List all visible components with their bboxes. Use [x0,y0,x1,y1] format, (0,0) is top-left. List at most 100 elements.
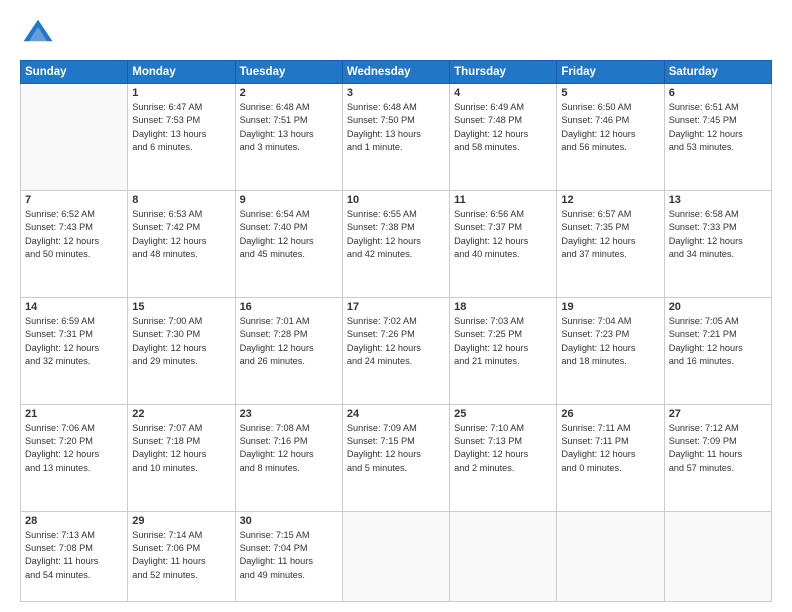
day-number: 24 [347,408,445,420]
day-info: Sunrise: 7:13 AMSunset: 7:08 PMDaylight:… [25,529,123,582]
day-info: Sunrise: 7:01 AMSunset: 7:28 PMDaylight:… [240,315,338,368]
day-info: Sunrise: 7:05 AMSunset: 7:21 PMDaylight:… [669,315,767,368]
day-number: 30 [240,515,338,527]
day-info: Sunrise: 7:00 AMSunset: 7:30 PMDaylight:… [132,315,230,368]
day-info: Sunrise: 6:50 AMSunset: 7:46 PMDaylight:… [561,101,659,154]
day-number: 12 [561,194,659,206]
calendar-cell: 21 Sunrise: 7:06 AMSunset: 7:20 PMDayligh… [21,404,128,511]
calendar-cell: 30Sunrise: 7:15 AMSunset: 7:04 PMDayligh… [235,511,342,601]
day-number: 29 [132,515,230,527]
day-info: Sunrise: 7:03 AMSunset: 7:25 PMDaylight:… [454,315,552,368]
day-number: 28 [25,515,123,527]
day-number: 15 [132,301,230,313]
day-number: 18 [454,301,552,313]
calendar-cell [21,84,128,191]
calendar-cell: 15 Sunrise: 7:00 AMSunset: 7:30 PMDayligh… [128,297,235,404]
day-number: 3 [347,87,445,99]
calendar-cell: 27 Sunrise: 7:12 AMSunset: 7:09 PMDayligh… [664,404,771,511]
calendar-cell: 16 Sunrise: 7:01 AMSunset: 7:28 PMDayligh… [235,297,342,404]
logo-icon [20,16,56,52]
calendar-cell: 8 Sunrise: 6:53 AMSunset: 7:42 PMDaylight… [128,190,235,297]
day-info: Sunrise: 7:12 AMSunset: 7:09 PMDaylight:… [669,422,767,475]
day-number: 2 [240,87,338,99]
day-info: Sunrise: 7:02 AMSunset: 7:26 PMDaylight:… [347,315,445,368]
calendar-cell [664,511,771,601]
calendar-cell: 2 Sunrise: 6:48 AMSunset: 7:51 PMDaylight… [235,84,342,191]
day-number: 10 [347,194,445,206]
day-info: Sunrise: 7:11 AMSunset: 7:11 PMDaylight:… [561,422,659,475]
calendar-cell [557,511,664,601]
day-number: 23 [240,408,338,420]
calendar-cell: 19 Sunrise: 7:04 AMSunset: 7:23 PMDayligh… [557,297,664,404]
calendar-cell: 4 Sunrise: 6:49 AMSunset: 7:48 PMDaylight… [450,84,557,191]
day-info: Sunrise: 7:06 AMSunset: 7:20 PMDaylight:… [25,422,123,475]
logo [20,16,60,52]
day-number: 21 [25,408,123,420]
day-number: 8 [132,194,230,206]
calendar-cell: 3 Sunrise: 6:48 AMSunset: 7:50 PMDaylight… [342,84,449,191]
calendar-cell: 23 Sunrise: 7:08 AMSunset: 7:16 PMDayligh… [235,404,342,511]
calendar-cell: 29 Sunrise: 7:14 AMSunset: 7:06 PMDayligh… [128,511,235,601]
calendar-week-row: 28 Sunrise: 7:13 AMSunset: 7:08 PMDayligh… [21,511,772,601]
day-info: Sunrise: 6:52 AMSunset: 7:43 PMDaylight:… [25,208,123,261]
day-number: 25 [454,408,552,420]
day-info: Sunrise: 7:04 AMSunset: 7:23 PMDaylight:… [561,315,659,368]
day-number: 5 [561,87,659,99]
calendar-cell: 26 Sunrise: 7:11 AMSunset: 7:11 PMDayligh… [557,404,664,511]
calendar-cell: 24 Sunrise: 7:09 AMSunset: 7:15 PMDayligh… [342,404,449,511]
day-info: Sunrise: 7:14 AMSunset: 7:06 PMDaylight:… [132,529,230,582]
day-number: 6 [669,87,767,99]
day-info: Sunrise: 6:59 AMSunset: 7:31 PMDaylight:… [25,315,123,368]
day-info: Sunrise: 7:09 AMSunset: 7:15 PMDaylight:… [347,422,445,475]
page: SundayMondayTuesdayWednesdayThursdayFrid… [0,0,792,612]
calendar-cell [342,511,449,601]
calendar-cell: 11 Sunrise: 6:56 AMSunset: 7:37 PMDayligh… [450,190,557,297]
calendar-week-row: 14 Sunrise: 6:59 AMSunset: 7:31 PMDayligh… [21,297,772,404]
day-info: Sunrise: 6:48 AMSunset: 7:51 PMDaylight:… [240,101,338,154]
day-number: 13 [669,194,767,206]
day-info: Sunrise: 6:56 AMSunset: 7:37 PMDaylight:… [454,208,552,261]
day-of-week-header: Tuesday [235,61,342,84]
day-info: Sunrise: 6:51 AMSunset: 7:45 PMDaylight:… [669,101,767,154]
day-info: Sunrise: 6:49 AMSunset: 7:48 PMDaylight:… [454,101,552,154]
calendar-week-row: 21 Sunrise: 7:06 AMSunset: 7:20 PMDayligh… [21,404,772,511]
day-info: Sunrise: 6:48 AMSunset: 7:50 PMDaylight:… [347,101,445,154]
calendar-week-row: 7Sunrise: 6:52 AMSunset: 7:43 PMDaylight… [21,190,772,297]
day-number: 9 [240,194,338,206]
day-info: Sunrise: 6:54 AMSunset: 7:40 PMDaylight:… [240,208,338,261]
day-number: 11 [454,194,552,206]
calendar-cell: 13 Sunrise: 6:58 AMSunset: 7:33 PMDayligh… [664,190,771,297]
calendar-cell: 14 Sunrise: 6:59 AMSunset: 7:31 PMDayligh… [21,297,128,404]
day-number: 16 [240,301,338,313]
calendar-cell: 17Sunrise: 7:02 AMSunset: 7:26 PMDayligh… [342,297,449,404]
calendar-cell: 10 Sunrise: 6:55 AMSunset: 7:38 PMDayligh… [342,190,449,297]
calendar-cell: 25 Sunrise: 7:10 AMSunset: 7:13 PMDayligh… [450,404,557,511]
day-number: 26 [561,408,659,420]
header [20,16,772,52]
calendar-cell: 5 Sunrise: 6:50 AMSunset: 7:46 PMDaylight… [557,84,664,191]
day-info: Sunrise: 7:10 AMSunset: 7:13 PMDaylight:… [454,422,552,475]
day-of-week-header: Monday [128,61,235,84]
day-number: 1 [132,87,230,99]
day-info: Sunrise: 7:07 AMSunset: 7:18 PMDaylight:… [132,422,230,475]
day-of-week-header: Sunday [21,61,128,84]
day-number: 14 [25,301,123,313]
day-number: 4 [454,87,552,99]
day-of-week-header: Thursday [450,61,557,84]
day-info: Sunrise: 7:08 AMSunset: 7:16 PMDaylight:… [240,422,338,475]
calendar-week-row: 1Sunrise: 6:47 AMSunset: 7:53 PMDaylight… [21,84,772,191]
calendar-cell: 28 Sunrise: 7:13 AMSunset: 7:08 PMDayligh… [21,511,128,601]
calendar-cell: 6 Sunrise: 6:51 AMSunset: 7:45 PMDaylight… [664,84,771,191]
day-of-week-header: Friday [557,61,664,84]
day-number: 27 [669,408,767,420]
day-number: 22 [132,408,230,420]
calendar-cell: 20 Sunrise: 7:05 AMSunset: 7:21 PMDayligh… [664,297,771,404]
day-number: 20 [669,301,767,313]
day-info: Sunrise: 6:55 AMSunset: 7:38 PMDaylight:… [347,208,445,261]
day-info: Sunrise: 6:58 AMSunset: 7:33 PMDaylight:… [669,208,767,261]
day-info: Sunrise: 6:53 AMSunset: 7:42 PMDaylight:… [132,208,230,261]
calendar-cell: 12Sunrise: 6:57 AMSunset: 7:35 PMDayligh… [557,190,664,297]
calendar-cell: 1Sunrise: 6:47 AMSunset: 7:53 PMDaylight… [128,84,235,191]
day-of-week-header: Wednesday [342,61,449,84]
day-number: 19 [561,301,659,313]
